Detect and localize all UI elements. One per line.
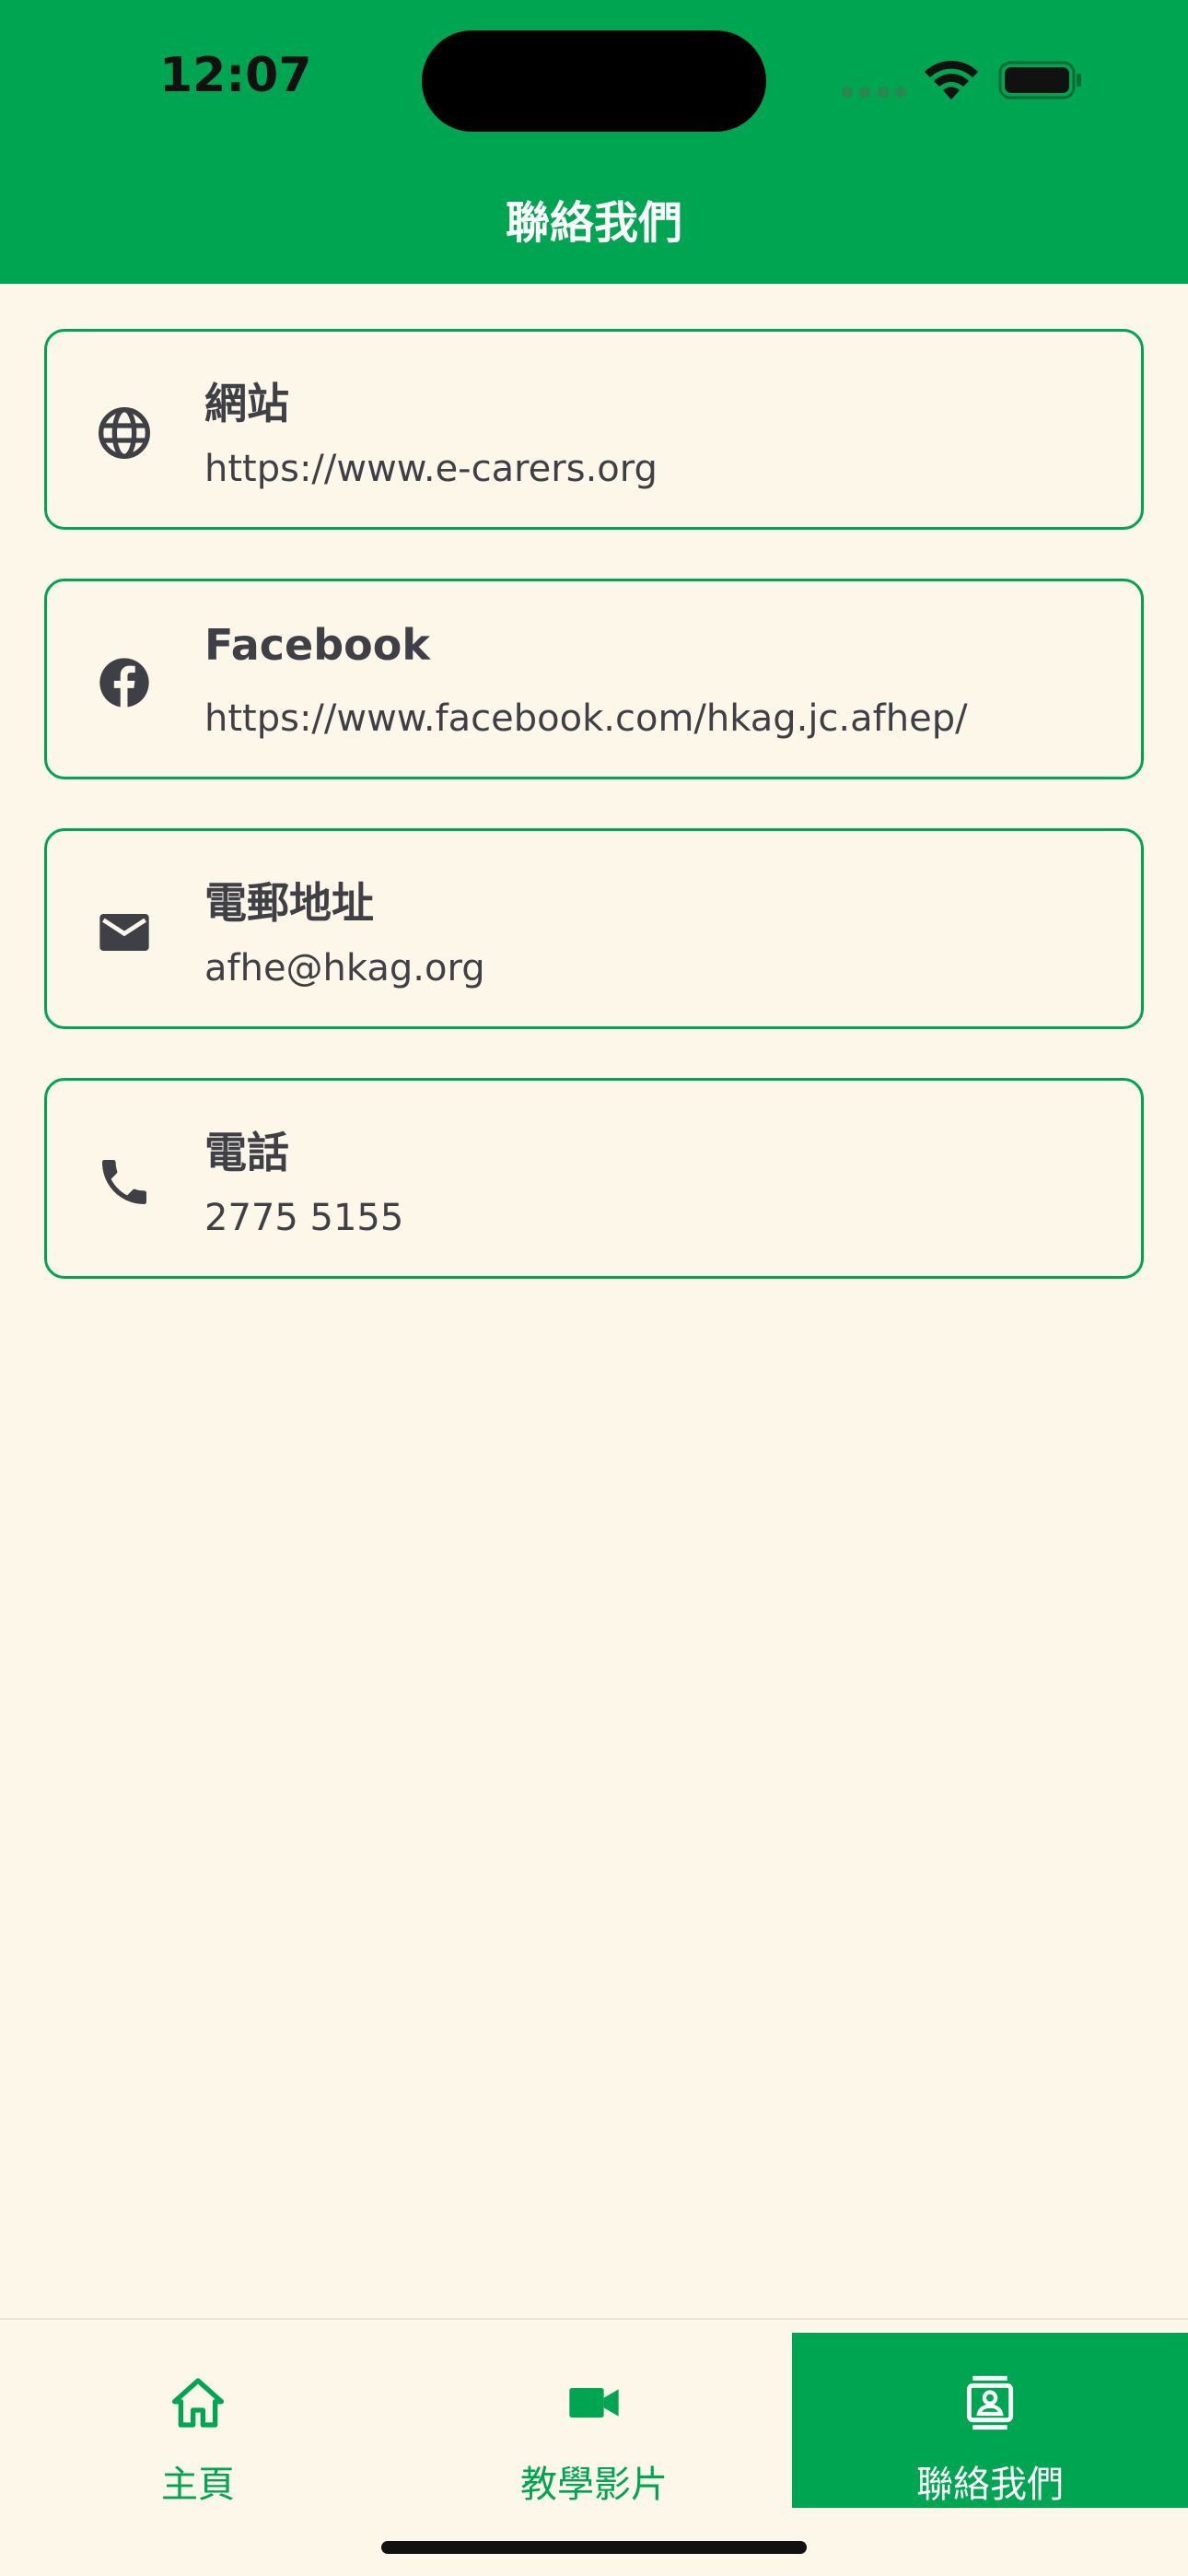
app-header: 12:07 聯絡我們 (0, 0, 1188, 284)
tab-home[interactable]: 主頁 (0, 2333, 396, 2508)
contact-title: 電郵地址 (204, 878, 374, 928)
battery-icon (998, 61, 1081, 100)
phone-icon (95, 1153, 154, 1212)
contact-card-icon (961, 2373, 1019, 2432)
globe-icon (95, 404, 154, 463)
email-link[interactable]: afhe@hkag.org (204, 947, 485, 989)
status-time: 12:07 (159, 48, 312, 103)
contact-card-phone[interactable]: 電話 2775 5155 (44, 1078, 1144, 1279)
bottom-navigation: 主頁 教學影片 聯絡我們 (0, 2318, 1188, 2576)
website-link[interactable]: https://www.e-carers.org (204, 448, 658, 490)
wifi-icon (925, 60, 978, 100)
phone-link[interactable]: 2775 5155 (204, 1197, 403, 1239)
contact-title: 電話 (204, 1128, 289, 1177)
contact-card-email[interactable]: 電郵地址 afhe@hkag.org (44, 828, 1144, 1029)
tab-label: 主頁 (161, 2464, 235, 2506)
contact-title: 網站 (204, 379, 289, 428)
video-camera-icon (565, 2373, 623, 2432)
contact-card-website[interactable]: 網站 https://www.e-carers.org (44, 329, 1144, 530)
tab-contact-us[interactable]: 聯絡我們 (792, 2333, 1188, 2508)
contact-title: Facebook (204, 620, 430, 670)
home-icon (169, 2373, 227, 2432)
home-indicator[interactable] (381, 2541, 807, 2554)
facebook-link[interactable]: https://www.facebook.com/hkag.jc.afhep/ (204, 697, 968, 740)
contact-card-facebook[interactable]: Facebook https://www.facebook.com/hkag.j… (44, 579, 1144, 779)
facebook-icon (95, 653, 154, 712)
cellular-signal-icon (842, 87, 906, 98)
tab-videos[interactable]: 教學影片 (396, 2333, 792, 2508)
mail-icon (95, 903, 154, 962)
dynamic-island (422, 30, 766, 132)
tab-label: 教學影片 (520, 2464, 668, 2506)
contact-list: 網站 https://www.e-carers.org Facebook htt… (44, 329, 1144, 1328)
tab-label: 聯絡我們 (916, 2464, 1064, 2506)
page-title: 聯絡我們 (505, 197, 682, 249)
